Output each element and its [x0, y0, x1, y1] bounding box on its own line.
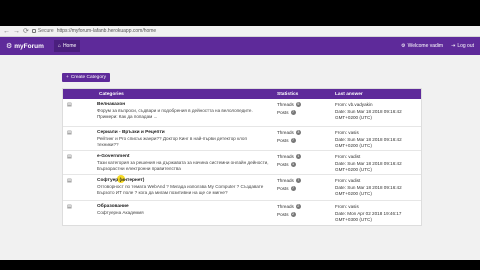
table-row[interactable]: ▤ e-Government Тази категория за решения…	[63, 151, 421, 175]
posts-count: 2	[290, 212, 296, 217]
posts-label: Posts	[277, 162, 289, 167]
posts-stat: Posts 7	[277, 110, 296, 115]
last-answer-from: From: vb.vadyakin	[335, 102, 373, 107]
plus-icon: +	[66, 75, 69, 80]
category-icon: ▤	[67, 130, 72, 136]
posts-stat: Posts 7	[277, 138, 296, 143]
reload-icon[interactable]: ⟳	[23, 28, 29, 35]
threads-label: Threads	[277, 204, 294, 209]
table-header: Categories Statistics Last answer	[63, 89, 421, 99]
browser-window: ← → ⟳ Secure https://myforum-lafanb.hero…	[0, 26, 480, 260]
home-label: Home	[62, 43, 77, 49]
threads-label: Threads	[277, 178, 294, 183]
last-answer-date: Date: Mon Apr 02 2018 19:46:17 GMT+0300 …	[335, 211, 402, 222]
threads-label: Threads	[277, 154, 294, 159]
threads-stat: Threads 3	[277, 130, 301, 135]
threads-count: 1	[295, 154, 301, 159]
last-answer-from: From: vadist	[335, 154, 361, 159]
posts-stat: Posts 1	[277, 162, 296, 167]
category-title[interactable]: Сериали - Връзки и Рецепти	[97, 130, 165, 135]
brand[interactable]: ⚙ myForum	[6, 42, 44, 51]
category-description: Отговорност по темата WebAnd ? Мигада из…	[97, 184, 264, 195]
welcome-link[interactable]: ⚙ Welcome vadim	[401, 43, 443, 49]
home-link[interactable]: ⌂ Home	[53, 40, 81, 52]
threads-label: Threads	[277, 130, 294, 135]
posts-stat: Posts 7	[277, 186, 296, 191]
user-icon: ⚙	[401, 43, 406, 49]
posts-count: 7	[290, 138, 296, 143]
gear-icon: ⚙	[6, 43, 13, 50]
logout-icon: ⇥	[451, 43, 456, 49]
secure-label: Secure	[37, 28, 54, 34]
threads-stat: Threads 7	[277, 178, 301, 183]
threads-stat: Threads 5	[277, 102, 301, 107]
category-icon: ▤	[67, 178, 72, 184]
top-navbar: ⚙ myForum ⌂ Home ⚙ Welcome vadim ⇥ Log o…	[0, 37, 480, 55]
table-row[interactable]: ▤ Софтуер (интернет) Отговорност по тема…	[63, 175, 421, 201]
threads-count: 3	[295, 130, 301, 135]
posts-count: 1	[290, 162, 296, 167]
url-text[interactable]: https://myforum-lafanb.herokuapp.com/hom…	[57, 28, 157, 34]
table-row[interactable]: ▤ Образование Софтуерна Академия Threads…	[63, 201, 421, 225]
last-answer-from: From: vadist	[335, 178, 361, 183]
browser-nav: ← → ⟳	[3, 28, 29, 35]
category-title[interactable]: Образование	[97, 204, 129, 209]
header-last-answer: Last answer	[335, 91, 363, 97]
lock-icon	[31, 29, 36, 33]
threads-label: Threads	[277, 102, 294, 107]
threads-stat: Threads 2	[277, 204, 301, 209]
posts-count: 7	[290, 110, 296, 115]
create-category-label: Create Category	[70, 75, 107, 80]
category-description: Тази категория за решения на държавата з…	[97, 160, 269, 171]
threads-count: 2	[295, 204, 301, 209]
last-answer-date: Date: Sun Mar 18 2018 09:16:42 GMT+0200 …	[335, 137, 402, 148]
categories-table: Categories Statistics Last answer ▤ Велн…	[62, 88, 422, 226]
category-description: Софтуерна Академия	[97, 210, 144, 215]
category-title[interactable]: e-Government	[97, 154, 130, 159]
header-categories: Categories	[99, 91, 124, 97]
last-answer-from: From: vasis	[335, 130, 359, 135]
main-content: + Create Category Categories Statistics …	[62, 65, 422, 226]
navbar-right: ⚙ Welcome vadim ⇥ Log out	[401, 43, 474, 49]
forward-icon[interactable]: →	[13, 28, 20, 35]
category-title[interactable]: Велнакахон	[97, 102, 125, 107]
screen-frame: ← → ⟳ Secure https://myforum-lafanb.hero…	[0, 0, 480, 270]
posts-count: 7	[290, 186, 296, 191]
threads-count: 7	[295, 178, 301, 183]
category-icon: ▤	[67, 154, 72, 160]
threads-stat: Threads 1	[277, 154, 301, 159]
brand-label: myForum	[14, 42, 44, 50]
last-answer-date: Date: Sun Mar 18 2018 09:16:42 GMT+0200 …	[335, 185, 402, 196]
table-row[interactable]: ▤ Сериали - Връзки и Рецепти Рейтинг и P…	[63, 127, 421, 151]
posts-label: Posts	[277, 212, 289, 217]
header-statistics: Statistics	[277, 91, 299, 97]
create-category-button[interactable]: + Create Category	[62, 73, 111, 82]
last-answer-from: From: vasis	[335, 204, 359, 209]
posts-label: Posts	[277, 138, 289, 143]
address-bar[interactable]: ← → ⟳ Secure https://myforum-lafanb.hero…	[0, 26, 480, 37]
secure-indicator[interactable]: Secure	[31, 28, 54, 34]
table-row[interactable]: ▤ Велнакахон Форум за въпроси, съдвари и…	[63, 99, 421, 127]
last-answer-date: Date: Sun Mar 18 2018 09:16:42 GMT+0200 …	[335, 161, 402, 172]
posts-stat: Posts 2	[277, 212, 296, 217]
last-answer-date: Date: Sun Mar 18 2018 09:16:42 GMT+0200 …	[335, 109, 402, 120]
category-icon: ▤	[67, 102, 72, 108]
threads-count: 5	[295, 102, 301, 107]
posts-label: Posts	[277, 186, 289, 191]
posts-label: Posts	[277, 110, 289, 115]
category-description: Рейтинг и Pro списък жанри?? Доктор Кинг…	[97, 136, 247, 147]
category-title[interactable]: Софтуер (интернет)	[97, 178, 144, 183]
welcome-label: Welcome vadim	[407, 43, 444, 49]
category-description: Форум за въпроси, съдвари и подобрения в…	[97, 108, 253, 119]
home-icon: ⌂	[57, 43, 61, 49]
category-icon: ▤	[67, 204, 72, 210]
back-icon[interactable]: ←	[3, 28, 10, 35]
logout-link[interactable]: ⇥ Log out	[451, 43, 474, 49]
logout-label: Log out	[457, 43, 474, 49]
